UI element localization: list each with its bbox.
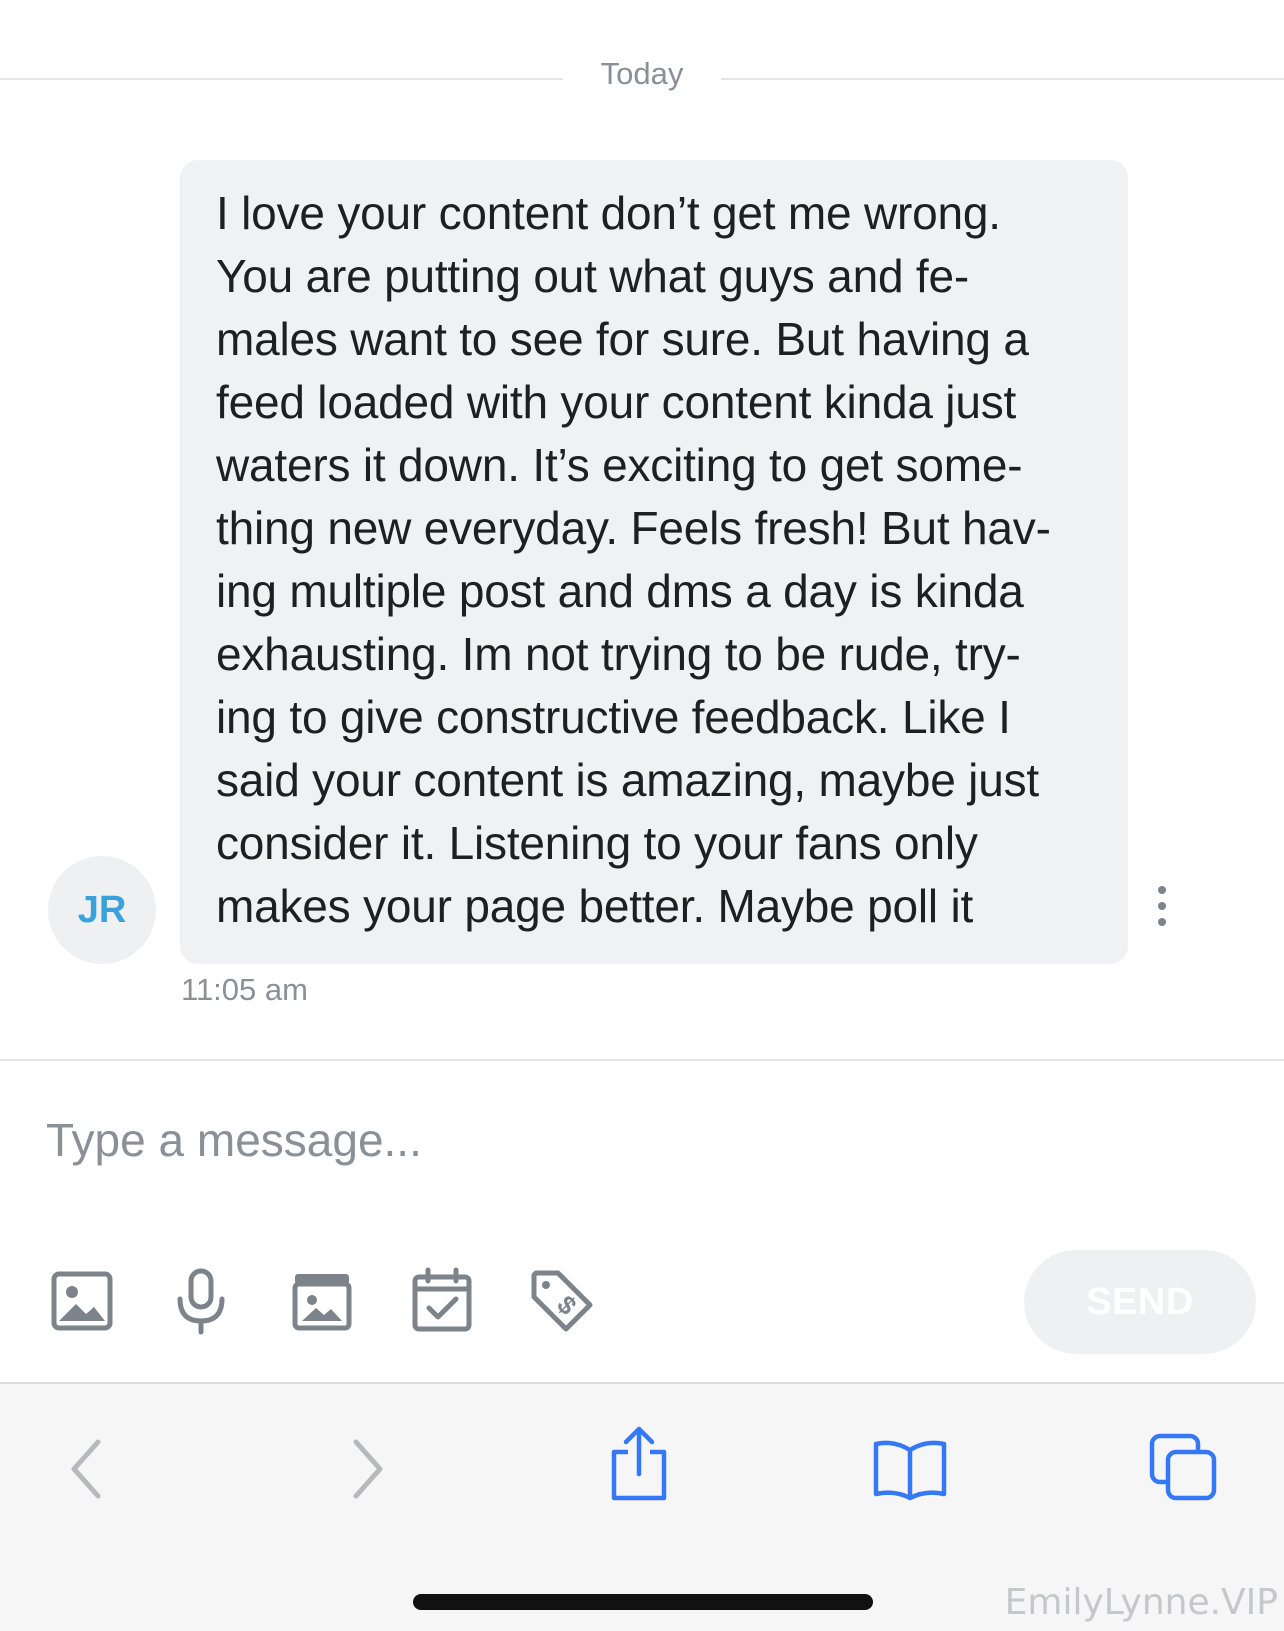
message-text: I love your content don’t get me wrong. … xyxy=(216,187,1051,932)
date-divider: Today xyxy=(0,50,1284,106)
back-icon[interactable] xyxy=(62,1434,112,1504)
message-bubble[interactable]: I love your content don’t get me wrong. … xyxy=(180,160,1128,964)
share-icon[interactable] xyxy=(604,1424,674,1504)
send-button[interactable]: SEND xyxy=(1024,1250,1256,1354)
watermark: EmilyLynne.VIP xyxy=(1004,1582,1278,1623)
avatar[interactable]: JR xyxy=(48,856,156,964)
bookmarks-icon[interactable] xyxy=(872,1436,948,1502)
tabs-icon[interactable] xyxy=(1148,1432,1220,1504)
composer-divider xyxy=(0,1059,1284,1061)
media-vault-icon[interactable] xyxy=(286,1265,358,1337)
price-tag-icon[interactable]: $ xyxy=(526,1265,598,1337)
message-input[interactable] xyxy=(46,1100,996,1180)
schedule-icon[interactable] xyxy=(406,1265,478,1337)
home-indicator xyxy=(413,1594,873,1610)
image-icon[interactable] xyxy=(46,1265,118,1337)
microphone-icon[interactable] xyxy=(165,1265,237,1337)
browser-toolbar: EmilyLynne.VIP xyxy=(0,1382,1284,1631)
divider-line-left xyxy=(0,78,563,80)
forward-icon[interactable] xyxy=(342,1434,392,1504)
more-options-icon[interactable] xyxy=(1150,886,1174,926)
message-timestamp: 11:05 am xyxy=(181,972,308,1007)
date-label: Today xyxy=(600,56,684,91)
divider-line-right xyxy=(721,78,1284,80)
